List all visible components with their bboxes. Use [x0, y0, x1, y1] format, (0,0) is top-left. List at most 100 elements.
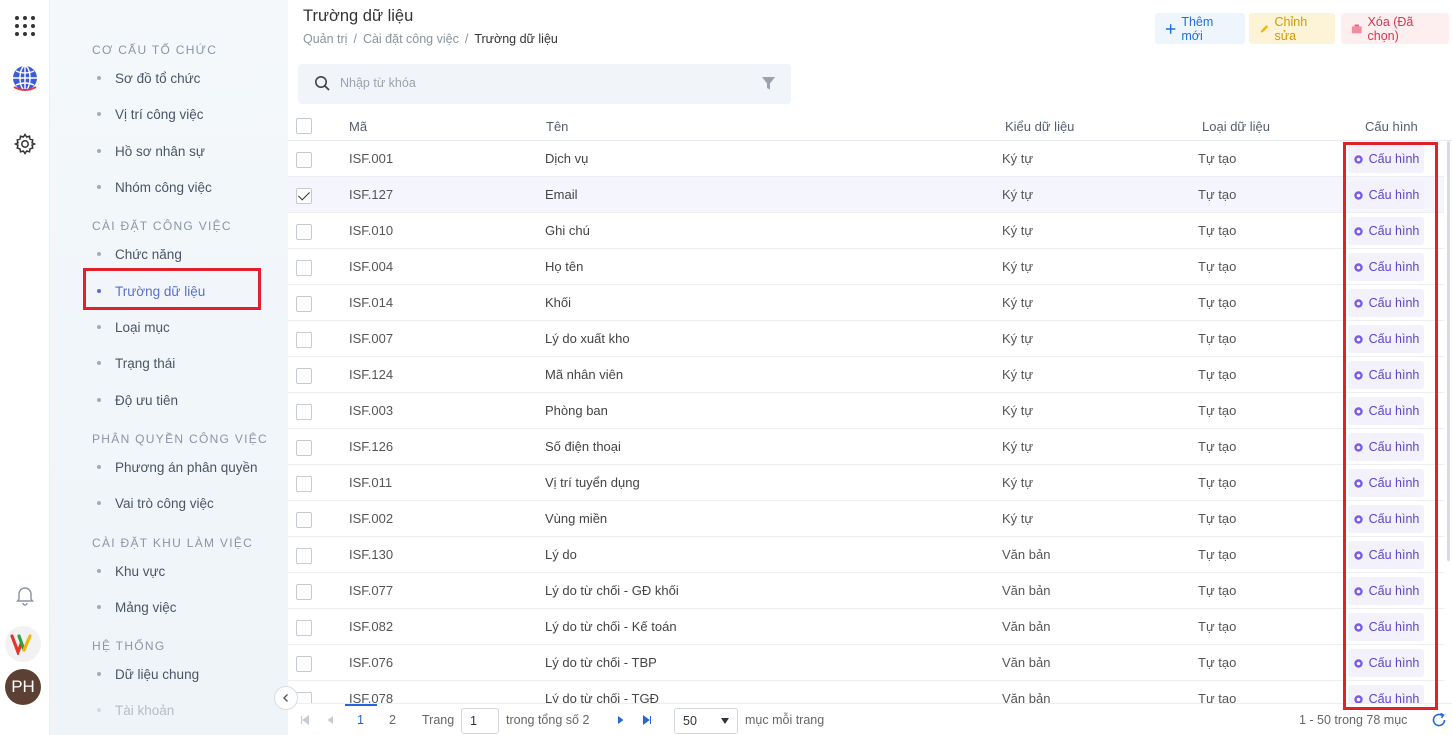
per-page-select[interactable]: 50 — [674, 708, 738, 734]
sidebar-item-personnel[interactable]: Hồ sơ nhân sự — [92, 136, 205, 166]
column-header-name[interactable]: Tên — [546, 119, 568, 134]
sidebar-item-item-types[interactable]: Loại mục — [92, 312, 170, 342]
table-row[interactable]: ISF.077 Lý do từ chối - GĐ khối Văn bản Tự … — [288, 573, 1444, 609]
table-row[interactable]: ISF.082 Lý do từ chối - Kế toán Văn bản Tự … — [288, 609, 1444, 645]
cell-code: ISF.127 — [349, 187, 394, 202]
table-scrollbar[interactable] — [1447, 141, 1450, 561]
page-number[interactable]: 1 — [357, 713, 364, 727]
table-row[interactable]: ISF.007 Lý do xuất kho Ký tự Tự tạo Cấu hình — [288, 321, 1444, 357]
filter-icon[interactable] — [761, 76, 776, 91]
column-header-code[interactable]: Mã — [349, 119, 367, 134]
sidebar-item-functions[interactable]: Chức năng — [92, 239, 182, 269]
cell-name: Khối — [545, 295, 572, 310]
bell-icon[interactable] — [9, 579, 41, 611]
row-checkbox[interactable] — [296, 404, 312, 420]
apps-grid-icon[interactable] — [9, 10, 41, 42]
row-checkbox[interactable] — [296, 512, 312, 528]
sidebar-collapse-button[interactable] — [274, 686, 298, 710]
row-checkbox[interactable] — [296, 440, 312, 456]
bullet — [97, 112, 101, 116]
cell-data-type: Ký tự — [1002, 367, 1034, 382]
sidebar-item-work-domains[interactable]: Mảng việc — [92, 592, 177, 622]
search-input[interactable] — [340, 76, 740, 90]
column-header-kind[interactable]: Loại dữ liệu — [1202, 119, 1270, 134]
record-summary: 1 - 50 trong 78 mục — [1299, 713, 1408, 727]
cell-data-kind: Tự tạo — [1198, 511, 1237, 526]
refresh-icon[interactable] — [1431, 712, 1447, 728]
breadcrumb-item[interactable]: Cài đặt công việc — [363, 32, 459, 46]
pencil-icon — [1260, 24, 1269, 32]
sidebar-item-work-groups[interactable]: Nhóm công việc — [92, 172, 212, 202]
table-row[interactable]: ISF.011 Vị trí tuyển dụng Ký tự Tự tạo Cấu h… — [288, 465, 1444, 501]
row-checkbox[interactable] — [296, 548, 312, 564]
sidebar-item-common-data[interactable]: Dữ liệu chung — [92, 659, 199, 689]
sidebar-item-label: Tài khoản — [115, 702, 175, 718]
gear-icon[interactable] — [9, 128, 41, 160]
avatar[interactable]: PH — [5, 669, 41, 705]
row-checkbox[interactable] — [296, 152, 312, 168]
page-input[interactable]: 1 — [461, 708, 499, 734]
row-checkbox[interactable] — [296, 296, 312, 312]
last-page-icon[interactable] — [642, 715, 652, 725]
edit-button[interactable]: Chỉnh sửa — [1249, 13, 1335, 44]
cell-code: ISF.126 — [349, 439, 394, 454]
row-checkbox[interactable] — [296, 584, 312, 600]
cell-data-type: Văn bản — [1002, 619, 1051, 634]
cell-data-type: Văn bản — [1002, 583, 1051, 598]
table-row[interactable]: ISF.130 Lý do Văn bản Tự tạo Cấu hình — [288, 537, 1444, 573]
cell-data-type: Văn bản — [1002, 655, 1051, 670]
table-row[interactable]: ISF.078 Lý do từ chối - TGĐ Văn bản Tự tạo C… — [288, 681, 1444, 703]
table-row[interactable]: ISF.002 Vùng miền Ký tự Tự tạo Cấu hình — [288, 501, 1444, 537]
sidebar-item-statuses[interactable]: Trạng thái — [92, 348, 175, 378]
column-header-type[interactable]: Kiểu dữ liệu — [1005, 119, 1074, 134]
globe-logo-icon[interactable] — [9, 62, 41, 94]
cell-data-kind: Tự tạo — [1198, 295, 1237, 310]
table-row[interactable]: ISF.014 Khối Ký tự Tự tạo Cấu hình — [288, 285, 1444, 321]
row-checkbox[interactable] — [296, 368, 312, 384]
row-checkbox[interactable] — [296, 260, 312, 276]
first-page-icon[interactable] — [300, 715, 310, 725]
table-header: Mã Tên Kiểu dữ liệu Loại dữ liệu Cấu hìn… — [288, 112, 1452, 141]
sidebar-item-job-positions[interactable]: Vị trí công việc — [92, 99, 204, 129]
sidebar-item-permission-plans[interactable]: Phương án phân quyền — [92, 452, 258, 482]
row-checkbox[interactable] — [296, 692, 312, 703]
table-row[interactable]: ISF.001 Dịch vụ Ký tự Tự tạo Cấu hình — [288, 141, 1444, 177]
breadcrumb-item[interactable]: Quản trị — [303, 32, 347, 46]
table-row[interactable]: ISF.124 Mã nhân viên Ký tự Tự tạo Cấu hình — [288, 357, 1444, 393]
cell-code: ISF.001 — [349, 151, 394, 166]
prev-page-icon[interactable] — [326, 715, 334, 725]
cell-code: ISF.003 — [349, 403, 394, 418]
per-page-label: mục mỗi trang — [745, 713, 825, 727]
sidebar-item-org-chart[interactable]: Sơ đồ tổ chức — [92, 63, 200, 93]
row-checkbox[interactable] — [296, 188, 312, 204]
delete-selected-button[interactable]: Xóa (Đã chọn) — [1341, 13, 1449, 44]
row-checkbox[interactable] — [296, 656, 312, 672]
sidebar-item-accounts[interactable]: Tài khoản — [92, 695, 174, 725]
table-row[interactable]: ISF.127 Email Ký tự Tự tạo Cấu hình — [288, 177, 1444, 213]
add-button[interactable]: Thêm mới — [1155, 13, 1245, 44]
select-all-checkbox[interactable] — [296, 118, 312, 134]
next-page-icon[interactable] — [617, 715, 625, 725]
bullet — [97, 501, 101, 505]
table-row[interactable]: ISF.003 Phòng ban Ký tự Tự tạo Cấu hình — [288, 393, 1444, 429]
sidebar-item-areas[interactable]: Khu vực — [92, 556, 165, 586]
sidebar-item-priorities[interactable]: Độ ưu tiên — [92, 385, 178, 415]
row-checkbox[interactable] — [296, 224, 312, 240]
cell-code: ISF.077 — [349, 583, 394, 598]
sidebar-item-label: Hồ sơ nhân sự — [115, 143, 205, 159]
table-row[interactable]: ISF.126 Số điện thoại Ký tự Tự tạo Cấu hình — [288, 429, 1444, 465]
table-row[interactable]: ISF.004 Họ tên Ký tự Tự tạo Cấu hình — [288, 249, 1444, 285]
breadcrumb: Quản trị / Cài đặt công việc / Trường dữ… — [303, 32, 558, 46]
sidebar-item-work-roles[interactable]: Vai trò công việc — [92, 488, 214, 518]
bullet — [97, 185, 101, 189]
bullet — [97, 605, 101, 609]
row-checkbox[interactable] — [296, 332, 312, 348]
brand-logo-icon[interactable] — [5, 626, 41, 662]
per-page-value: 50 — [683, 714, 697, 728]
table-row[interactable]: ISF.010 Ghi chú Ký tự Tự tạo Cấu hình — [288, 213, 1444, 249]
table-row[interactable]: ISF.076 Lý do từ chối - TBP Văn bản Tự tạo C… — [288, 645, 1444, 681]
row-checkbox[interactable] — [296, 620, 312, 636]
row-checkbox[interactable] — [296, 476, 312, 492]
cell-code: ISF.130 — [349, 547, 394, 562]
page-number[interactable]: 2 — [389, 713, 396, 727]
